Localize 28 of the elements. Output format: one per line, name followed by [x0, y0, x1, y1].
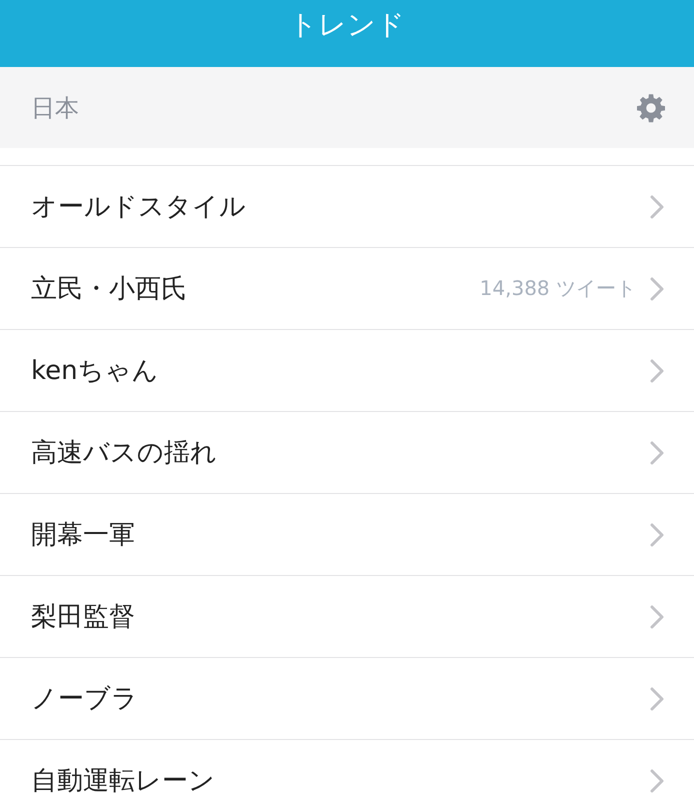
chevron-icon — [650, 194, 664, 218]
chevron-icon — [650, 686, 664, 710]
trend-item[interactable]: 立民・小西氏 14,388 ツイート — [0, 248, 694, 330]
trend-item[interactable]: 高速バスの揺れ — [0, 412, 694, 494]
chevron-icon — [650, 522, 664, 546]
location-label: 日本 — [31, 92, 79, 124]
trend-name: kenちゃん — [31, 355, 160, 388]
header-title: トレンド — [289, 6, 405, 42]
trend-name: 立民・小西氏 — [31, 273, 188, 306]
chevron-icon — [650, 358, 664, 382]
trend-item[interactable]: ノーブラ — [0, 658, 694, 740]
trend-name: ノーブラ — [31, 683, 139, 716]
trend-name: 梨田監督 — [31, 601, 136, 634]
chevron-icon — [650, 440, 664, 464]
tweet-count: 14,388 ツイート — [480, 275, 636, 302]
settings-icon[interactable] — [636, 92, 666, 122]
chevron-icon — [650, 604, 664, 628]
chevron-icon — [650, 276, 664, 300]
trend-item[interactable]: 自動運転レーン — [0, 740, 694, 800]
trend-item[interactable]: オールドスタイル — [0, 166, 694, 248]
chevron-icon — [650, 768, 664, 792]
trend-item[interactable]: 梨田監督 — [0, 576, 694, 658]
trend-name: オールドスタイル — [31, 191, 247, 224]
trend-name: 開幕一軍 — [31, 519, 136, 552]
trend-item[interactable]: 開幕一軍 — [0, 494, 694, 576]
trend-name: 自動運転レーン — [31, 765, 216, 798]
trend-name: 高速バスの揺れ — [31, 437, 218, 470]
trend-item[interactable]: kenちゃん — [0, 330, 694, 412]
